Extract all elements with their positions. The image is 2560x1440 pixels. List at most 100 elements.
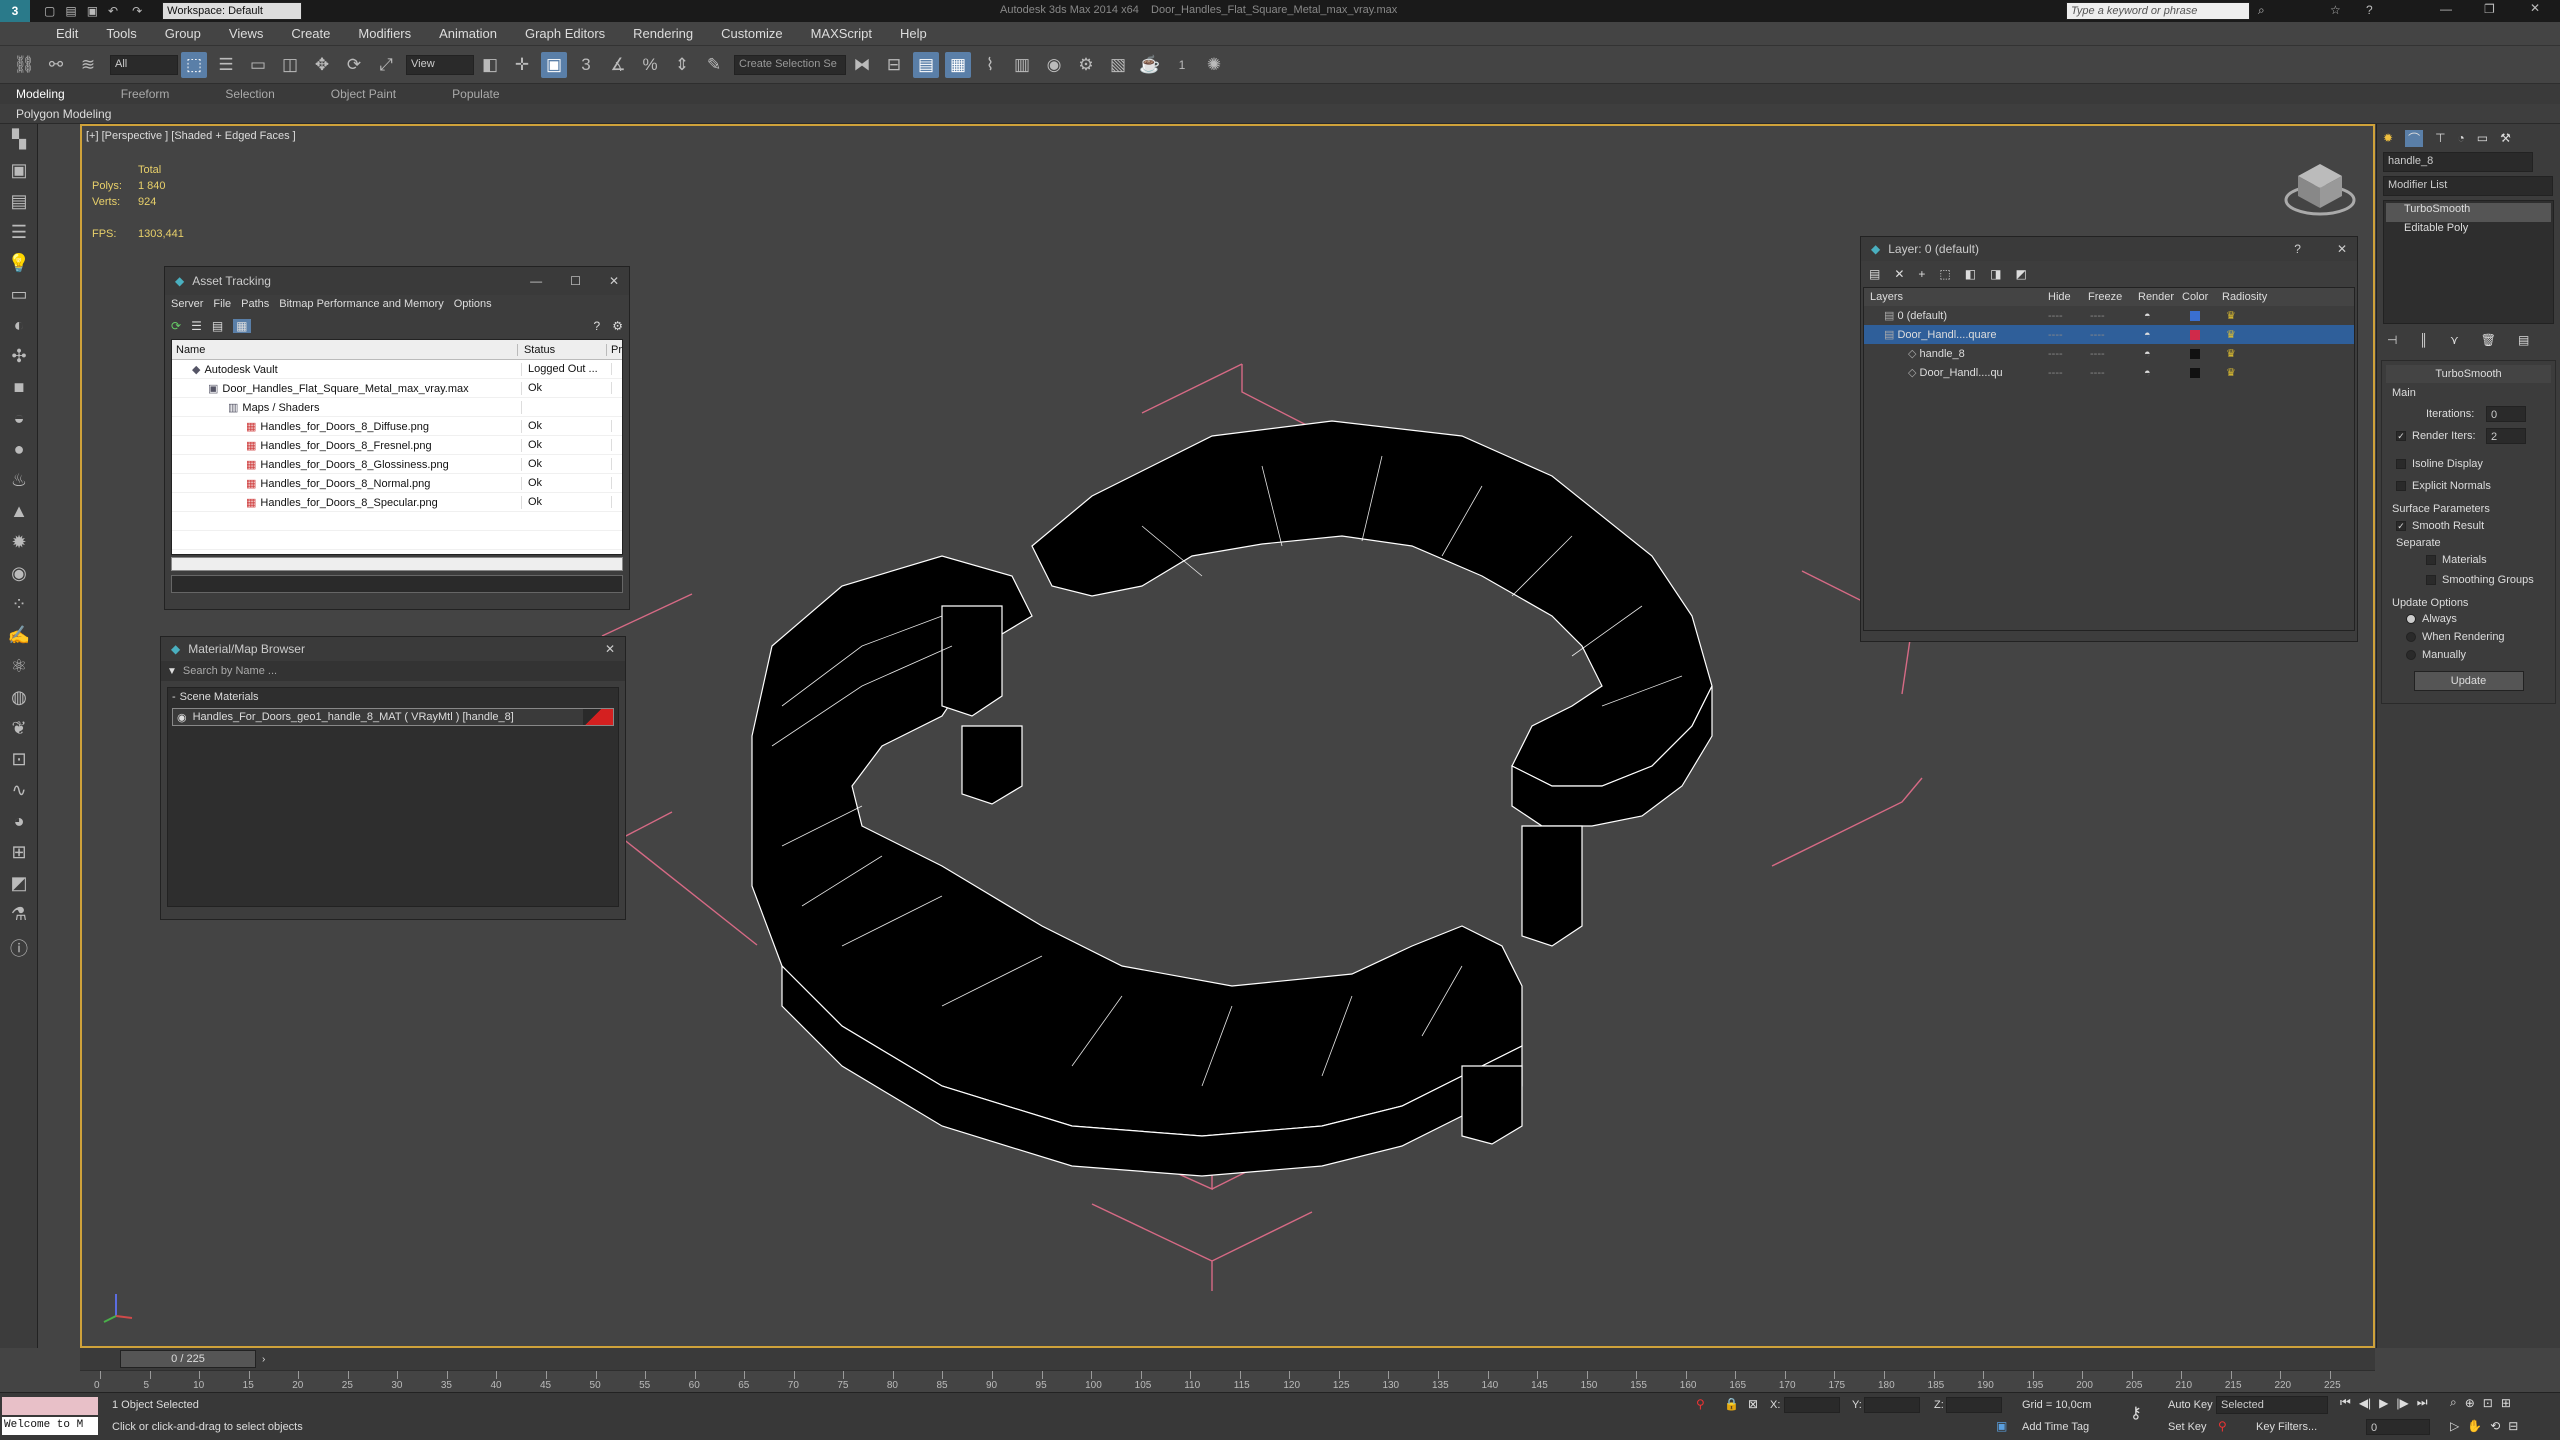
torus-icon[interactable]: ◒: [5, 408, 33, 434]
go-to-end-icon[interactable]: ⏭: [2417, 1395, 2428, 1410]
camera-icon[interactable]: ▭: [5, 284, 33, 310]
detail-view-icon[interactable]: ▤: [212, 319, 223, 333]
asset-scrollbar[interactable]: [171, 557, 623, 571]
highlight-layer-icon[interactable]: ◧: [1965, 267, 1976, 281]
render-iters-checkbox[interactable]: ✓: [2396, 431, 2406, 441]
iterations-spinner[interactable]: 0: [2486, 406, 2526, 422]
create-layer-icon[interactable]: ▤: [1869, 267, 1880, 281]
refresh-icon[interactable]: ⟳: [171, 319, 181, 333]
rendered-frame-window-icon[interactable]: ▧: [1105, 52, 1131, 78]
help-search-input[interactable]: Type a keyword or phrase: [2066, 2, 2250, 20]
pin-stack-icon[interactable]: ⊣: [2387, 333, 2397, 347]
col-name[interactable]: Name: [172, 343, 518, 356]
zoom-extents-all-icon[interactable]: ⊞: [2501, 1396, 2511, 1410]
manually-radio[interactable]: [2406, 650, 2416, 660]
minimize-icon[interactable]: —: [2440, 2, 2452, 16]
edit-named-selection-icon[interactable]: ✎: [701, 52, 727, 78]
grid-view-icon[interactable]: ▦: [233, 319, 251, 333]
info-icon[interactable]: ⓘ: [5, 935, 33, 961]
smoothing-groups-checkbox[interactable]: [2426, 575, 2436, 585]
box-icon[interactable]: ■: [5, 377, 33, 403]
object-name-field[interactable]: handle_8: [2383, 152, 2533, 172]
ribbon-tab-freeform[interactable]: Freeform: [121, 87, 170, 101]
selection-region-icon[interactable]: ▭: [245, 52, 271, 78]
explicit-normals-checkbox[interactable]: [2396, 481, 2406, 491]
perspective-viewport[interactable]: [+] [Perspective ] [Shaded + Edged Faces…: [80, 124, 2375, 1348]
pivot-center-icon[interactable]: ◧: [477, 52, 503, 78]
align-icon[interactable]: ⊟: [881, 52, 907, 78]
modifier-list-dropdown[interactable]: Modifier List: [2383, 176, 2553, 196]
material-item[interactable]: ◉ Handles_For_Doors_geo1_handle_8_MAT ( …: [172, 708, 614, 726]
particles-icon[interactable]: ⁘: [5, 594, 33, 620]
scene-materials-group[interactable]: - Scene Materials: [168, 688, 618, 706]
modify-tab-icon[interactable]: ⌒: [2405, 129, 2424, 147]
dropdown-arrow-icon[interactable]: ▼: [167, 666, 177, 677]
layer-color-swatch[interactable]: [2190, 348, 2200, 359]
menu-maxscript[interactable]: MAXScript: [811, 26, 872, 41]
table-row[interactable]: ◆ Autodesk Vault Logged Out ...: [172, 360, 622, 379]
delete-layer-icon[interactable]: ✕: [1894, 267, 1904, 281]
manipulate-icon[interactable]: ✛: [509, 52, 535, 78]
hierarchy-icon[interactable]: ▚: [5, 129, 33, 155]
angle-snap-icon[interactable]: ∡: [605, 52, 631, 78]
rope-icon[interactable]: ∿: [5, 780, 33, 806]
curve-editor-icon[interactable]: ⌇: [977, 52, 1003, 78]
object-icon[interactable]: ◩: [5, 873, 33, 899]
globe-icon[interactable]: ◍: [5, 687, 33, 713]
layer-color-swatch[interactable]: [2190, 367, 2200, 378]
binoculars-icon[interactable]: ⌕: [2258, 3, 2265, 18]
render-iters-spinner[interactable]: 2: [2486, 428, 2526, 444]
y-coord-field[interactable]: [1864, 1397, 1920, 1413]
stack-icon[interactable]: ▤: [5, 191, 33, 217]
list-icon[interactable]: ☰: [5, 222, 33, 248]
when-rendering-radio[interactable]: [2406, 632, 2416, 642]
percent-snap-icon[interactable]: %: [637, 52, 663, 78]
schematic-view-icon[interactable]: ▥: [1009, 52, 1035, 78]
zoom-icon[interactable]: ⌕: [2450, 1395, 2457, 1410]
vray-icon[interactable]: ✺: [1201, 52, 1227, 78]
previous-frame-icon[interactable]: ◀|: [2359, 1396, 2371, 1410]
redo-icon[interactable]: ↷: [132, 4, 142, 18]
materials-checkbox[interactable]: [2426, 555, 2436, 565]
z-coord-field[interactable]: [1946, 1397, 2002, 1413]
col-pr[interactable]: Pr: [607, 344, 622, 356]
list-view-icon[interactable]: ☰: [191, 319, 202, 333]
layer-radiosity-icon[interactable]: ♛: [2226, 309, 2236, 322]
layer-row[interactable]: ◇ handle_8 ---- ---- ◓ ♛: [1864, 344, 2354, 363]
isolate-selection-icon[interactable]: ⚲: [1696, 1397, 1705, 1411]
paint-icon[interactable]: ✍: [5, 625, 33, 651]
move-icon[interactable]: ✥: [309, 52, 335, 78]
quick-access-save-icon[interactable]: ▣: [87, 4, 98, 18]
select-by-name-icon[interactable]: ☰: [213, 52, 239, 78]
configure-sets-icon[interactable]: ▤: [2518, 333, 2529, 347]
menu-animation[interactable]: Animation: [439, 26, 497, 41]
help-icon[interactable]: ?: [2294, 242, 2301, 256]
maxscript-listener[interactable]: [2, 1397, 98, 1415]
select-object-icon[interactable]: ⬚: [181, 51, 207, 78]
layer-hide-toggle[interactable]: ----: [2044, 329, 2084, 341]
graphite-ribbon-icon[interactable]: ▦: [945, 51, 971, 78]
layer-col-layers[interactable]: Layers: [1864, 291, 2044, 303]
layer-render-toggle[interactable]: ◓: [2134, 348, 2178, 360]
create-tab-icon[interactable]: ✹: [2383, 131, 2393, 145]
next-frame-icon[interactable]: |▶: [2396, 1396, 2408, 1410]
quick-access-new-icon[interactable]: ▢: [44, 4, 55, 18]
close-icon[interactable]: ✕: [2337, 242, 2347, 256]
hierarchy-tab-icon[interactable]: ⊤: [2435, 131, 2445, 145]
maximize-viewport-icon[interactable]: ⊟: [2508, 1419, 2518, 1433]
layer-hide-toggle[interactable]: ----: [2044, 310, 2084, 322]
light-icon[interactable]: 💡: [5, 253, 33, 279]
table-row[interactable]: ▦ Handles_for_Doors_8_Diffuse.png Ok: [172, 417, 622, 436]
layer-radiosity-icon[interactable]: ♛: [2226, 366, 2236, 379]
ribbon-tab-populate[interactable]: Populate: [452, 87, 499, 101]
motion-tab-icon[interactable]: ◔: [2458, 131, 2465, 145]
unlink-icon[interactable]: ⚯: [43, 52, 69, 78]
geosphere-icon[interactable]: ◉: [5, 563, 33, 589]
scale-icon[interactable]: ⤢: [373, 52, 399, 78]
menu-views[interactable]: Views: [229, 26, 263, 41]
ribbon-tab-selection[interactable]: Selection: [225, 87, 274, 101]
table-row[interactable]: ▦ Handles_for_Doors_8_Specular.png Ok: [172, 493, 622, 512]
menu-modifiers[interactable]: Modifiers: [358, 26, 411, 41]
maximize-icon[interactable]: ❐: [2484, 2, 2495, 16]
key-icon[interactable]: ⚷: [2130, 1403, 2142, 1423]
